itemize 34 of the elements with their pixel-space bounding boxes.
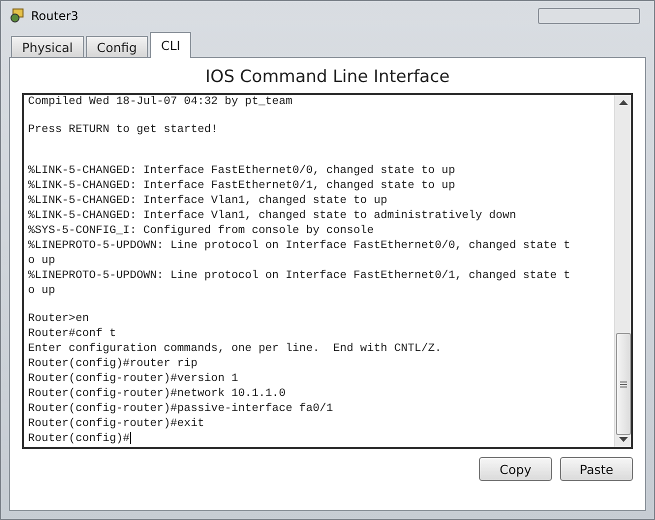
tab[interactable]: Config [86, 36, 148, 58]
terminal-prompt: Router(config)# [28, 433, 130, 445]
terminal-line: Router(config-router)#exit [28, 418, 204, 430]
terminal-line: Router#conf t [28, 328, 116, 340]
terminal-line: %LINK-5-CHANGED: Interface Vlan1, changed state to administratively down [28, 210, 516, 222]
terminal-line: Compiled Wed 18-Jul-07 04:32 by pt_team [28, 96, 292, 108]
action-button[interactable]: Paste [560, 457, 633, 481]
terminal-line: Enter configuration commands, one per line. End with CNTL/Z. [28, 343, 442, 355]
terminal-line: %LINK-5-CHANGED: Interface FastEthernet0/1, changed state to up [28, 180, 456, 192]
terminal-line: Router>en [28, 313, 90, 325]
terminal-line: %SYS-5-CONFIG_I: Configured from console by console [28, 225, 374, 237]
terminal-line: Router(config-router)#version 1 [28, 373, 238, 385]
terminal-line: %LINK-5-CHANGED: Interface FastEthernet0/0, changed state to up [28, 165, 456, 177]
scrollbar[interactable] [614, 95, 631, 447]
terminal-line: %LINK-5-CHANGED: Interface Vlan1, changed state to up [28, 195, 388, 207]
action-button[interactable]: Copy [479, 457, 552, 481]
scroll-thumb[interactable] [616, 333, 630, 435]
terminal-line: Router(config)#router rip [28, 358, 198, 370]
terminal-line: Router(config-router)#passive-interface fa0/1 [28, 403, 334, 415]
terminal-line: %LINEPROTO-5-UPDOWN: Line protocol on Interface FastEthernet0/1, changed state t [28, 270, 570, 282]
panel-heading: IOS Command Line Interface [204, 66, 451, 89]
terminal-line: Router(config-router)#network 10.1.1.0 [28, 388, 286, 400]
router-icon [9, 8, 25, 24]
tab[interactable]: CLI [150, 32, 192, 58]
terminal-line: o up [28, 255, 56, 267]
terminal-line: %LINEPROTO-5-UPDOWN: Line protocol on Interface FastEthernet0/0, changed state t [28, 240, 570, 252]
window-title: Router3 [31, 9, 78, 23]
terminal-line: o up [28, 285, 56, 297]
tab[interactable]: Physical [11, 36, 84, 58]
terminal[interactable] [22, 93, 633, 449]
text-cursor [130, 432, 131, 444]
scroll-down-icon[interactable] [618, 437, 628, 443]
scroll-up-icon[interactable] [618, 100, 628, 106]
terminal-line: Press RETURN to get started! [28, 124, 218, 136]
